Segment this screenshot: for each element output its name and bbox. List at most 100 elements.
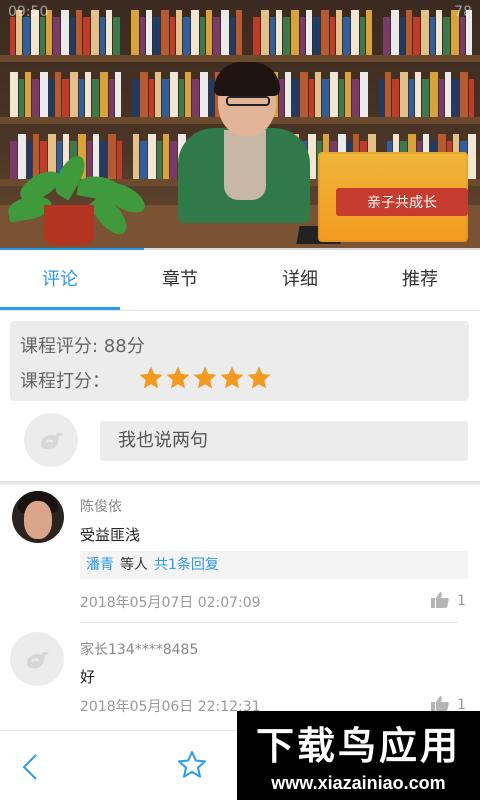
- book: [322, 79, 329, 117]
- star-icon[interactable]: [138, 365, 164, 391]
- book: [468, 134, 476, 179]
- book: [100, 17, 105, 55]
- status-time: 09:50: [8, 4, 49, 20]
- star-icon[interactable]: [219, 365, 245, 391]
- comment-author[interactable]: 陈俊依: [80, 496, 122, 516]
- rating-card: 课程评分: 88分 课程打分：: [10, 321, 469, 401]
- book: [23, 17, 30, 55]
- book: [131, 10, 139, 55]
- book: [306, 10, 312, 55]
- reply-summary[interactable]: 潘青 等人 共1条回复: [80, 551, 468, 579]
- book: [460, 17, 465, 55]
- book: [185, 72, 191, 117]
- book: [92, 79, 99, 117]
- back-button[interactable]: [18, 749, 46, 785]
- book: [79, 79, 84, 117]
- book: [345, 72, 351, 117]
- course-score: 课程评分: 88分: [20, 336, 145, 357]
- watermark-title: 下载鸟应用: [255, 724, 461, 768]
- star-icon[interactable]: [192, 365, 218, 391]
- book: [176, 10, 182, 55]
- book: [53, 17, 60, 55]
- book: [70, 17, 75, 55]
- watermark-url: www.xiazainiao.com: [271, 773, 446, 793]
- chevron-left-icon: [22, 754, 37, 780]
- book: [230, 17, 235, 55]
- book: [155, 72, 161, 117]
- book: [109, 79, 114, 117]
- book: [170, 17, 175, 55]
- book: [10, 17, 15, 55]
- book: [379, 79, 384, 117]
- like-button[interactable]: 1: [431, 592, 466, 609]
- book: [236, 10, 242, 55]
- book: [106, 10, 112, 55]
- tab-comments[interactable]: 评论: [0, 250, 120, 311]
- book: [430, 17, 435, 55]
- comment-input[interactable]: 我也说两句: [100, 421, 468, 461]
- book: [200, 17, 205, 55]
- reply-mid-text: 等人: [120, 557, 148, 573]
- book: [61, 10, 69, 55]
- book: [309, 79, 314, 117]
- book: [153, 17, 160, 55]
- avatar[interactable]: [12, 491, 64, 543]
- reply-count[interactable]: 共1条回复: [154, 557, 219, 573]
- book: [413, 17, 420, 55]
- book: [339, 79, 344, 117]
- book: [352, 79, 359, 117]
- presenter-shirt: [224, 130, 266, 200]
- tab-chapters[interactable]: 章节: [120, 250, 240, 311]
- avatar[interactable]: [10, 632, 64, 686]
- book: [149, 79, 154, 117]
- shelf-board: [0, 55, 480, 62]
- book: [253, 17, 260, 55]
- star-rating[interactable]: [138, 365, 273, 395]
- book: [32, 79, 39, 117]
- book: [25, 72, 31, 117]
- book: [113, 17, 120, 55]
- tab-details[interactable]: 详细: [240, 250, 360, 311]
- star-icon[interactable]: [246, 365, 272, 391]
- book: [313, 17, 320, 55]
- book: [292, 79, 299, 117]
- sign-text: 亲子共成长: [336, 188, 468, 216]
- book: [70, 72, 78, 117]
- favorite-button[interactable]: [176, 749, 208, 781]
- book: [300, 17, 305, 55]
- book: [422, 79, 429, 117]
- book: [452, 79, 459, 117]
- book: [383, 17, 390, 55]
- book: [192, 79, 199, 117]
- comment-author[interactable]: 家长134****8485: [80, 639, 198, 659]
- section-divider: [0, 481, 480, 487]
- star-icon[interactable]: [165, 365, 191, 391]
- book: [10, 72, 18, 117]
- reply-user[interactable]: 潘青: [86, 557, 114, 573]
- book: [360, 72, 368, 117]
- book: [436, 10, 442, 55]
- book: [115, 72, 121, 117]
- book: [140, 72, 148, 117]
- book: [162, 79, 169, 117]
- shelf-row: [0, 0, 480, 55]
- book: [360, 17, 365, 55]
- book: [163, 134, 169, 179]
- comment-time: 2018年05月07日 02:07:09: [80, 595, 261, 611]
- watermark: 下载鸟应用 www.xiazainiao.com: [237, 711, 480, 800]
- tab-recommend[interactable]: 推荐: [360, 250, 480, 311]
- tabs-divider: [0, 310, 480, 311]
- book: [400, 72, 408, 117]
- book: [76, 10, 82, 55]
- book: [315, 72, 321, 117]
- book: [221, 10, 229, 55]
- video-player[interactable]: 亲子共成长 09:50 78: [0, 0, 480, 250]
- star-outline-icon: [178, 751, 206, 778]
- comment-time: 2018年05月06日 22:12:31: [80, 699, 261, 715]
- book: [285, 72, 291, 117]
- book: [200, 72, 208, 117]
- book: [330, 72, 338, 117]
- book: [351, 10, 359, 55]
- book: [170, 72, 178, 117]
- flower-pot: [44, 205, 94, 245]
